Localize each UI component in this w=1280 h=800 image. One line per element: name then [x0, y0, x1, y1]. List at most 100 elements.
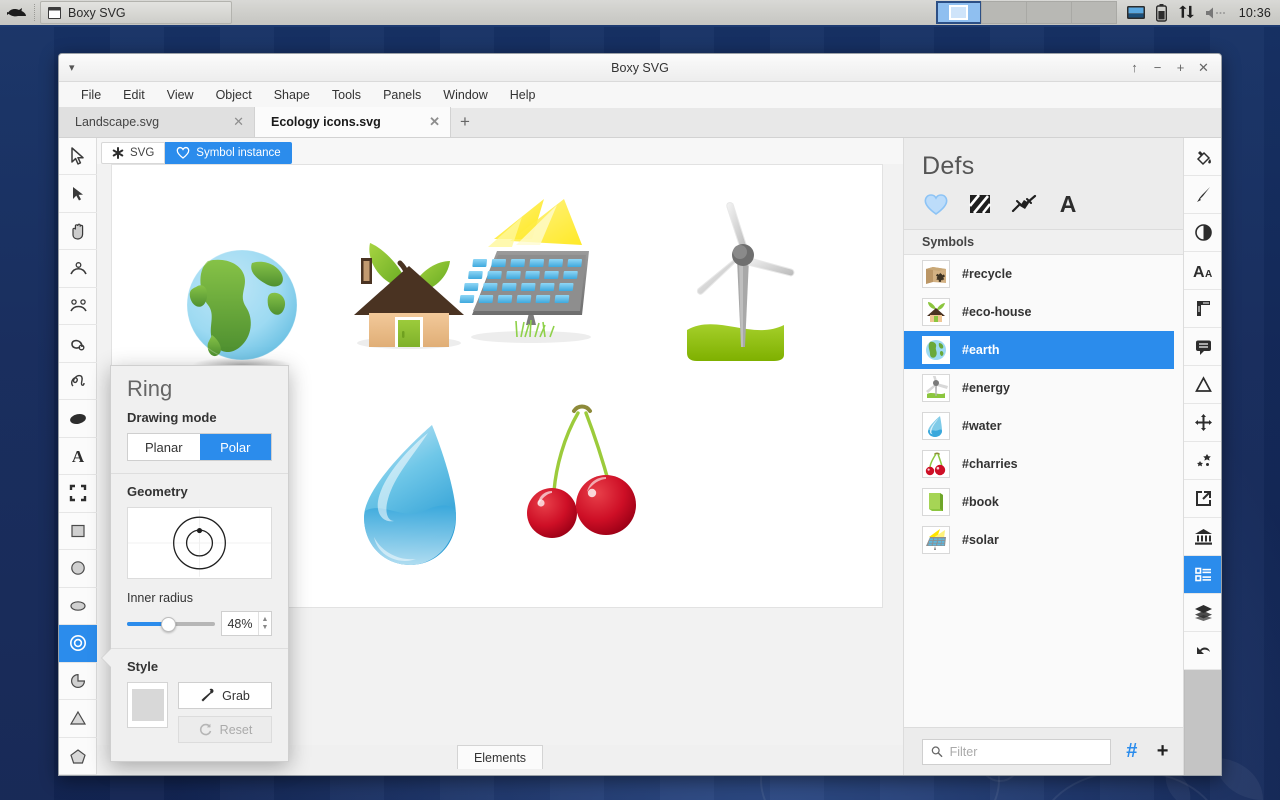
path-tool[interactable] — [59, 325, 97, 363]
add-symbol-button[interactable]: + — [1152, 739, 1173, 765]
display-icon[interactable] — [1123, 0, 1149, 26]
context-tab-svg[interactable]: SVG — [101, 141, 166, 164]
clock[interactable]: 10:36 — [1235, 6, 1280, 20]
grab-button[interactable]: Grab — [178, 682, 272, 709]
document-tab-ecology-icons[interactable]: Ecology icons.svg ✕ — [255, 107, 451, 137]
defs-panel-button[interactable] — [1184, 556, 1221, 594]
menu-panels[interactable]: Panels — [373, 85, 431, 105]
pan-tool[interactable] — [59, 213, 97, 251]
crop-tool[interactable] — [59, 475, 97, 513]
style-swatch-box[interactable] — [127, 682, 168, 728]
symbols-tab[interactable] — [922, 191, 950, 217]
window-close-button[interactable]: ✕ — [1192, 56, 1215, 79]
edit-node-tool[interactable] — [59, 250, 97, 288]
symbol-row-charries[interactable]: #charries — [904, 445, 1183, 483]
ring-preview-icon[interactable] — [127, 507, 272, 579]
rectangle-tool[interactable] — [59, 513, 97, 551]
text-panel-button[interactable] — [1184, 328, 1221, 366]
close-icon[interactable]: ✕ — [233, 114, 244, 130]
ellipse-tool[interactable] — [59, 588, 97, 626]
mouse-icon[interactable] — [0, 6, 34, 20]
direct-select-tool[interactable] — [59, 175, 97, 213]
menu-shape[interactable]: Shape — [264, 85, 320, 105]
symbol-row-earth[interactable]: #earth — [904, 331, 1183, 369]
menu-view[interactable]: View — [157, 85, 204, 105]
drawing-mode-polar-option[interactable]: Polar — [199, 434, 271, 460]
text-tool[interactable]: A — [59, 438, 97, 476]
typography-panel-button[interactable]: AA — [1184, 252, 1221, 290]
transform-nodes-tool[interactable] — [59, 288, 97, 326]
circle-tool[interactable] — [59, 550, 97, 588]
freehand-tool[interactable] — [59, 363, 97, 401]
elements-button[interactable]: Elements — [456, 745, 544, 769]
filters-panel-button[interactable] — [1184, 442, 1221, 480]
workspace-switcher[interactable] — [935, 1, 1117, 24]
drawing-mode-segmented-control[interactable]: Planar Polar — [127, 433, 272, 461]
history-panel-button[interactable] — [1184, 632, 1221, 670]
menu-window[interactable]: Window — [433, 85, 497, 105]
select-tool[interactable] — [59, 138, 97, 176]
menu-tools[interactable]: Tools — [322, 85, 371, 105]
window-menu-caret[interactable]: ▾ — [59, 61, 85, 74]
triangle-tool[interactable] — [59, 700, 97, 738]
volume-icon[interactable] — [1201, 0, 1235, 26]
document-tab-landscape[interactable]: Landscape.svg ✕ — [59, 107, 255, 137]
window-shade-button[interactable]: ↑ — [1123, 56, 1146, 79]
refresh-icon — [199, 723, 211, 736]
polygon-tool[interactable] — [59, 738, 97, 775]
network-updown-icon[interactable] — [1175, 0, 1201, 26]
menu-file[interactable]: File — [71, 85, 111, 105]
ring-tool[interactable] — [59, 625, 97, 663]
layers-panel-button[interactable] — [1184, 594, 1221, 632]
task-button-boxy-svg[interactable]: Boxy SVG — [40, 1, 232, 24]
export-panel-button[interactable] — [1184, 480, 1221, 518]
menu-edit[interactable]: Edit — [113, 85, 155, 105]
symbol-row-water[interactable]: #water — [904, 407, 1183, 445]
inner-radius-stepper[interactable]: 48% ▲ ▼ — [221, 611, 272, 636]
menu-help[interactable]: Help — [500, 85, 546, 105]
symbol-row-eco-house[interactable]: #eco-house — [904, 293, 1183, 331]
markers-tab[interactable] — [1010, 191, 1038, 217]
inner-radius-value[interactable]: 48% — [222, 612, 258, 635]
slider-knob[interactable] — [161, 616, 176, 632]
blob-tool[interactable] — [59, 400, 97, 438]
symbol-row-energy[interactable]: #energy — [904, 369, 1183, 407]
symbol-row-book[interactable]: #book — [904, 483, 1183, 521]
context-tab-symbol-instance[interactable]: Symbol instance — [165, 141, 292, 164]
stepper-arrows[interactable]: ▲ ▼ — [258, 612, 271, 635]
patterns-tab[interactable] — [966, 191, 994, 217]
workspace-3[interactable] — [1025, 1, 1072, 24]
hash-button[interactable]: # — [1121, 739, 1142, 765]
symbol-row-recycle[interactable]: #recycle — [904, 255, 1183, 293]
chevron-up-icon[interactable]: ▲ — [262, 616, 269, 624]
drawing-mode-planar-option[interactable]: Planar — [128, 434, 200, 460]
workspace-2[interactable] — [980, 1, 1027, 24]
markers-panel-button[interactable] — [1184, 366, 1221, 404]
transform-panel-button[interactable] — [1184, 404, 1221, 442]
stroke-panel-button[interactable] — [1184, 176, 1221, 214]
symbol-list[interactable]: #recycle #eco-house #earth #energy #wate… — [904, 255, 1183, 727]
fill-panel-button[interactable] — [1184, 138, 1221, 176]
symbol-list-scrollbar[interactable] — [1174, 255, 1183, 727]
chevron-down-icon[interactable]: ▼ — [262, 624, 269, 632]
effects-panel-button[interactable] — [1184, 214, 1221, 252]
inner-radius-slider[interactable] — [127, 616, 215, 632]
style-swatch[interactable] — [131, 689, 164, 721]
battery-icon[interactable] — [1149, 0, 1175, 26]
window-titlebar[interactable]: ▾ Boxy SVG ↑ − + ✕ — [59, 54, 1221, 82]
pie-tool[interactable] — [59, 663, 97, 701]
filter-input[interactable] — [949, 744, 1103, 759]
window-maximize-button[interactable]: + — [1169, 56, 1192, 79]
symbol-row-solar[interactable]: #solar — [904, 521, 1183, 559]
library-panel-button[interactable] — [1184, 518, 1221, 556]
fonts-tab[interactable]: A — [1054, 191, 1082, 217]
new-tab-button[interactable]: + — [451, 107, 479, 137]
filter-input-wrapper[interactable] — [922, 738, 1112, 765]
workspace-1[interactable] — [935, 1, 982, 24]
reset-button[interactable]: Reset — [178, 716, 272, 743]
window-minimize-button[interactable]: − — [1146, 56, 1169, 79]
close-icon[interactable]: ✕ — [429, 114, 440, 130]
geometry-panel-button[interactable] — [1184, 290, 1221, 328]
menu-object[interactable]: Object — [206, 85, 262, 105]
workspace-4[interactable] — [1070, 1, 1117, 24]
